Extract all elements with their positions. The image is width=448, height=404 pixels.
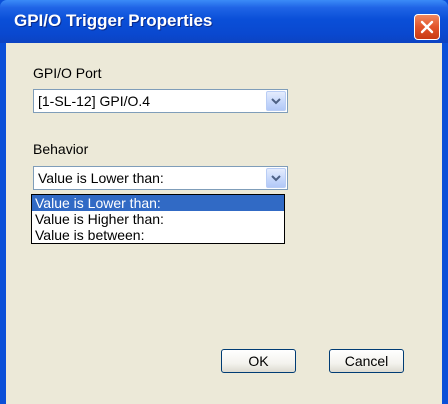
ok-button[interactable]: OK bbox=[221, 349, 296, 373]
close-button[interactable] bbox=[414, 14, 440, 40]
behavior-option-higher[interactable]: Value is Higher than: bbox=[32, 211, 284, 227]
behavior-value: Value is Lower than: bbox=[38, 170, 164, 186]
gpio-port-dropdown-button[interactable] bbox=[266, 91, 286, 111]
behavior-dropdown-list: Value is Lower than: Value is Higher tha… bbox=[31, 194, 285, 244]
gpio-port-label: GPI/O Port bbox=[33, 65, 102, 81]
chevron-down-icon bbox=[271, 98, 281, 105]
gpio-port-combobox[interactable]: [1-SL-12] GPI/O.4 bbox=[33, 89, 288, 113]
behavior-combobox[interactable]: Value is Lower than: bbox=[33, 166, 288, 190]
behavior-dropdown-button[interactable] bbox=[266, 168, 286, 188]
behavior-option-between[interactable]: Value is between: bbox=[32, 227, 284, 243]
title-bar[interactable]: GPI/O Trigger Properties bbox=[0, 0, 448, 43]
dialog-title: GPI/O Trigger Properties bbox=[14, 11, 213, 30]
behavior-label: Behavior bbox=[33, 141, 89, 157]
chevron-down-icon bbox=[271, 175, 281, 182]
close-icon bbox=[420, 20, 434, 34]
behavior-option-lower[interactable]: Value is Lower than: bbox=[32, 195, 284, 211]
dialog-window: GPI/O Trigger Properties GPI/O Port [1-S… bbox=[0, 0, 448, 404]
cancel-button[interactable]: Cancel bbox=[329, 349, 404, 373]
gpio-port-value: [1-SL-12] GPI/O.4 bbox=[38, 93, 151, 109]
